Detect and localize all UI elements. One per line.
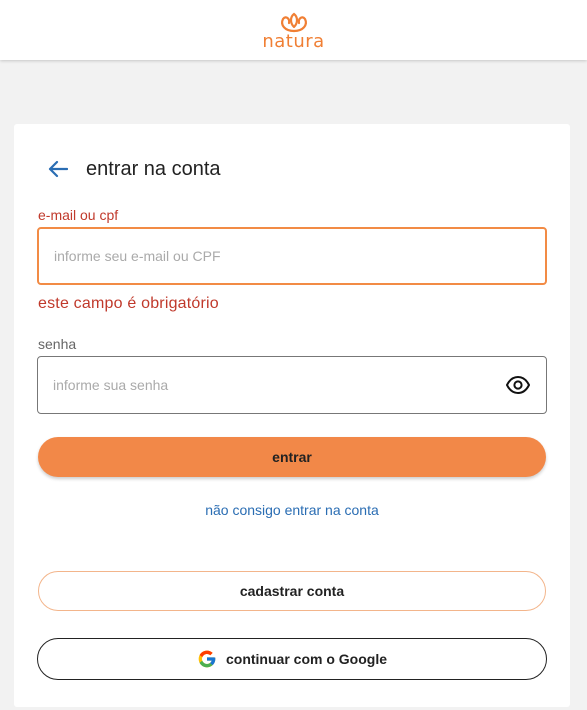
top-header: natura <box>0 0 587 60</box>
google-login-button[interactable]: continuar com o Google <box>37 638 547 680</box>
page-title: entrar na conta <box>86 157 221 180</box>
google-icon <box>198 650 216 668</box>
password-label: senha <box>38 336 77 352</box>
login-card: entrar na conta e-mail ou cpf este campo… <box>14 124 570 707</box>
google-login-label: continuar com o Google <box>225 651 387 667</box>
brand-name[interactable]: natura <box>262 33 324 51</box>
back-button[interactable] <box>44 155 72 183</box>
register-button[interactable]: cadastrar conta <box>38 571 546 611</box>
arrow-left-icon <box>48 160 68 178</box>
email-field-container <box>37 227 547 285</box>
email-field[interactable] <box>39 229 545 283</box>
login-button[interactable]: entrar <box>38 437 546 477</box>
eye-icon[interactable] <box>506 375 530 395</box>
password-field[interactable] <box>38 357 546 413</box>
password-field-container <box>37 356 547 414</box>
email-error-message: este campo é obrigatório <box>38 295 219 312</box>
forgot-access-link[interactable]: não consigo entrar na conta <box>14 502 570 518</box>
title-row: entrar na conta <box>44 154 221 184</box>
email-label: e-mail ou cpf <box>38 207 119 223</box>
